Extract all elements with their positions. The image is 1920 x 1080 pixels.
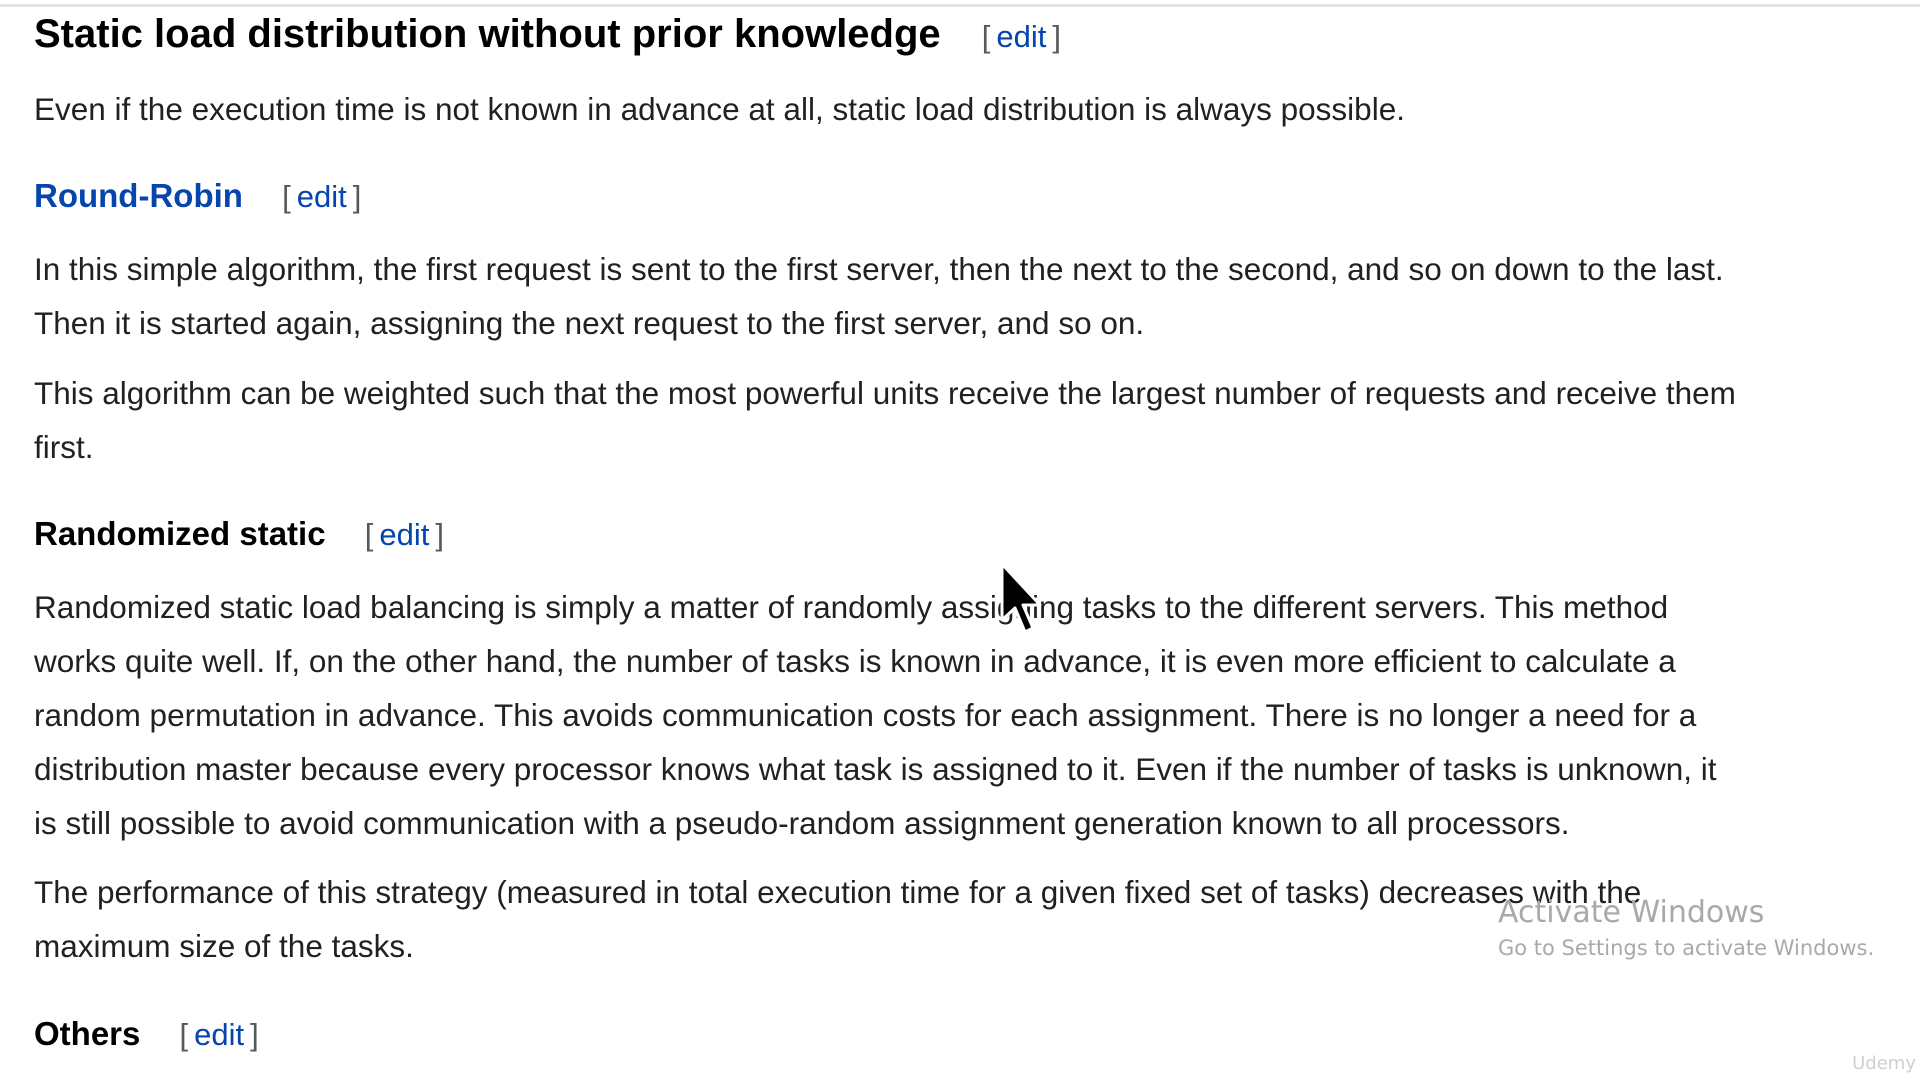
edit-link-main[interactable]: edit bbox=[990, 19, 1052, 54]
subsection-heading-others: Others [edit] bbox=[34, 1012, 259, 1057]
top-divider bbox=[0, 4, 1920, 7]
section-heading-static-load: Static load distribution without prior k… bbox=[34, 8, 1061, 63]
subsection-heading-randomized-static: Randomized static [edit] bbox=[34, 512, 444, 557]
round-robin-link[interactable]: Round-Robin bbox=[34, 177, 243, 214]
paragraph-randomized-2: The performance of this strategy (measur… bbox=[34, 874, 1642, 964]
udemy-logo: Udemy bbox=[1852, 1053, 1916, 1074]
paragraph-randomized-1: Randomized static load balancing is simp… bbox=[34, 589, 1717, 841]
section-heading-title: Static load distribution without prior k… bbox=[34, 12, 941, 56]
mouse-pointer-icon bbox=[1000, 562, 1042, 634]
paragraph-round-robin-1: In this simple algorithm, the first requ… bbox=[34, 251, 1724, 341]
edit-section-randomized: [edit] bbox=[364, 517, 444, 552]
randomized-static-title: Randomized static bbox=[34, 515, 326, 552]
others-title: Others bbox=[34, 1015, 141, 1052]
edit-link-randomized[interactable]: edit bbox=[373, 517, 435, 552]
edit-link-others[interactable]: edit bbox=[188, 1017, 250, 1052]
paragraph-round-robin-2: This algorithm can be weighted such that… bbox=[34, 375, 1736, 465]
edit-section-main: [edit] bbox=[981, 19, 1062, 54]
edit-section-round-robin: [edit] bbox=[282, 179, 362, 214]
edit-section-others: [edit] bbox=[179, 1017, 259, 1052]
paragraph-intro: Even if the execution time is not known … bbox=[34, 91, 1405, 127]
edit-link-round-robin[interactable]: edit bbox=[291, 179, 353, 214]
subsection-heading-round-robin: Round-Robin [edit] bbox=[34, 174, 361, 219]
